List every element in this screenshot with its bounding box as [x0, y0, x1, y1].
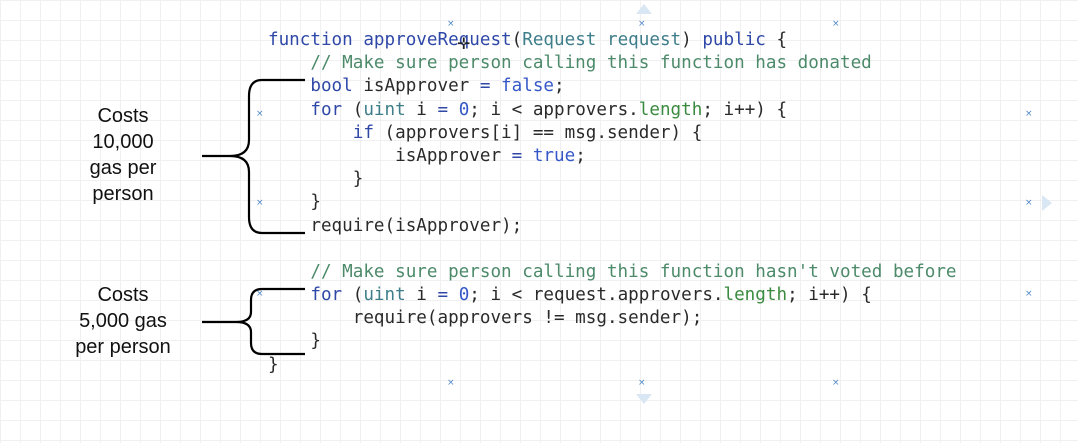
selection-marker-icon: ×	[1025, 109, 1033, 119]
resize-arrow-up-icon[interactable]	[636, 4, 652, 14]
curly-brace-second	[202, 287, 305, 356]
selection-marker-icon: ×	[256, 198, 264, 208]
selection-marker-icon: ×	[447, 378, 455, 388]
selection-marker-icon: ×	[832, 19, 840, 29]
curly-brace-first	[202, 78, 305, 235]
selection-marker-icon: ×	[1025, 198, 1033, 208]
selection-marker-icon: ×	[256, 109, 264, 119]
selection-marker-icon: ×	[638, 19, 646, 29]
selection-marker-icon: ×	[832, 378, 840, 388]
resize-arrow-down-icon[interactable]	[636, 394, 652, 404]
selection-marker-icon: ×	[447, 19, 455, 29]
brace-layer	[202, 78, 305, 356]
selection-marker-icon: ×	[638, 378, 646, 388]
selection-marker-icon: ×	[256, 289, 264, 299]
move-cursor-icon: ✛	[457, 34, 471, 53]
selection-marker-icon: ×	[1025, 289, 1033, 299]
resize-arrow-right-icon[interactable]	[1042, 195, 1052, 211]
